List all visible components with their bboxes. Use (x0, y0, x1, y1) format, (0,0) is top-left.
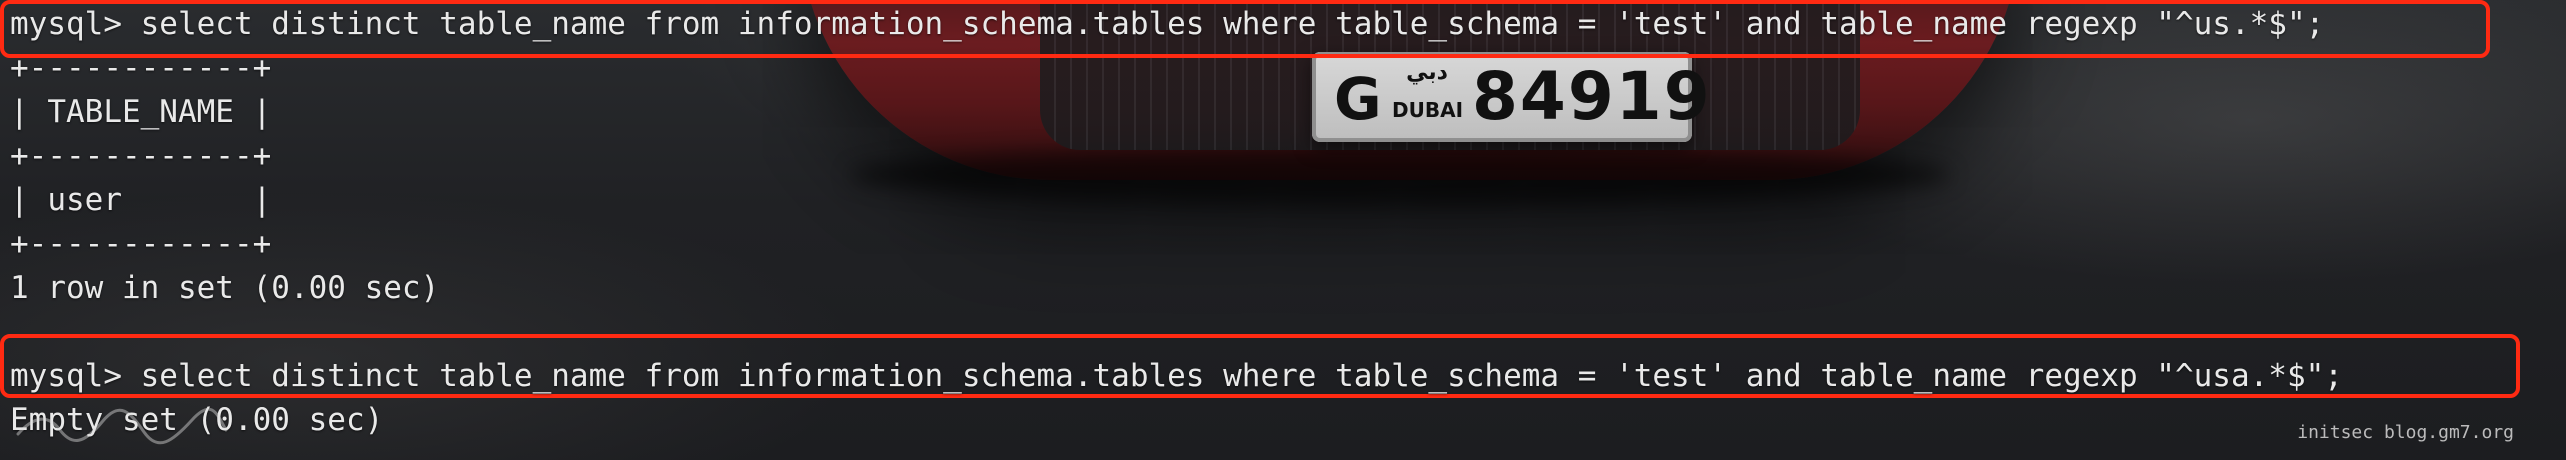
handwritten-scribble (16, 407, 228, 445)
terminal-line-table-border-top: +------------+ (10, 50, 272, 86)
terminal-line-table-border-bottom: +------------+ (10, 226, 272, 262)
terminal-line-table-header: | TABLE_NAME | (10, 94, 272, 130)
terminal-line-table-row: | user | (10, 182, 272, 218)
terminal-line-table-border-middle: +------------+ (10, 138, 272, 174)
watermark-text: initsec blog.gm7.org (2297, 422, 2514, 443)
terminal-output: mysql> select distinct table_name from i… (0, 0, 2566, 460)
terminal-line-query-1: mysql> select distinct table_name from i… (10, 6, 2325, 42)
terminal-line-query-2: mysql> select distinct table_name from i… (10, 358, 2343, 394)
terminal-line-result-count: 1 row in set (0.00 sec) (10, 270, 440, 306)
